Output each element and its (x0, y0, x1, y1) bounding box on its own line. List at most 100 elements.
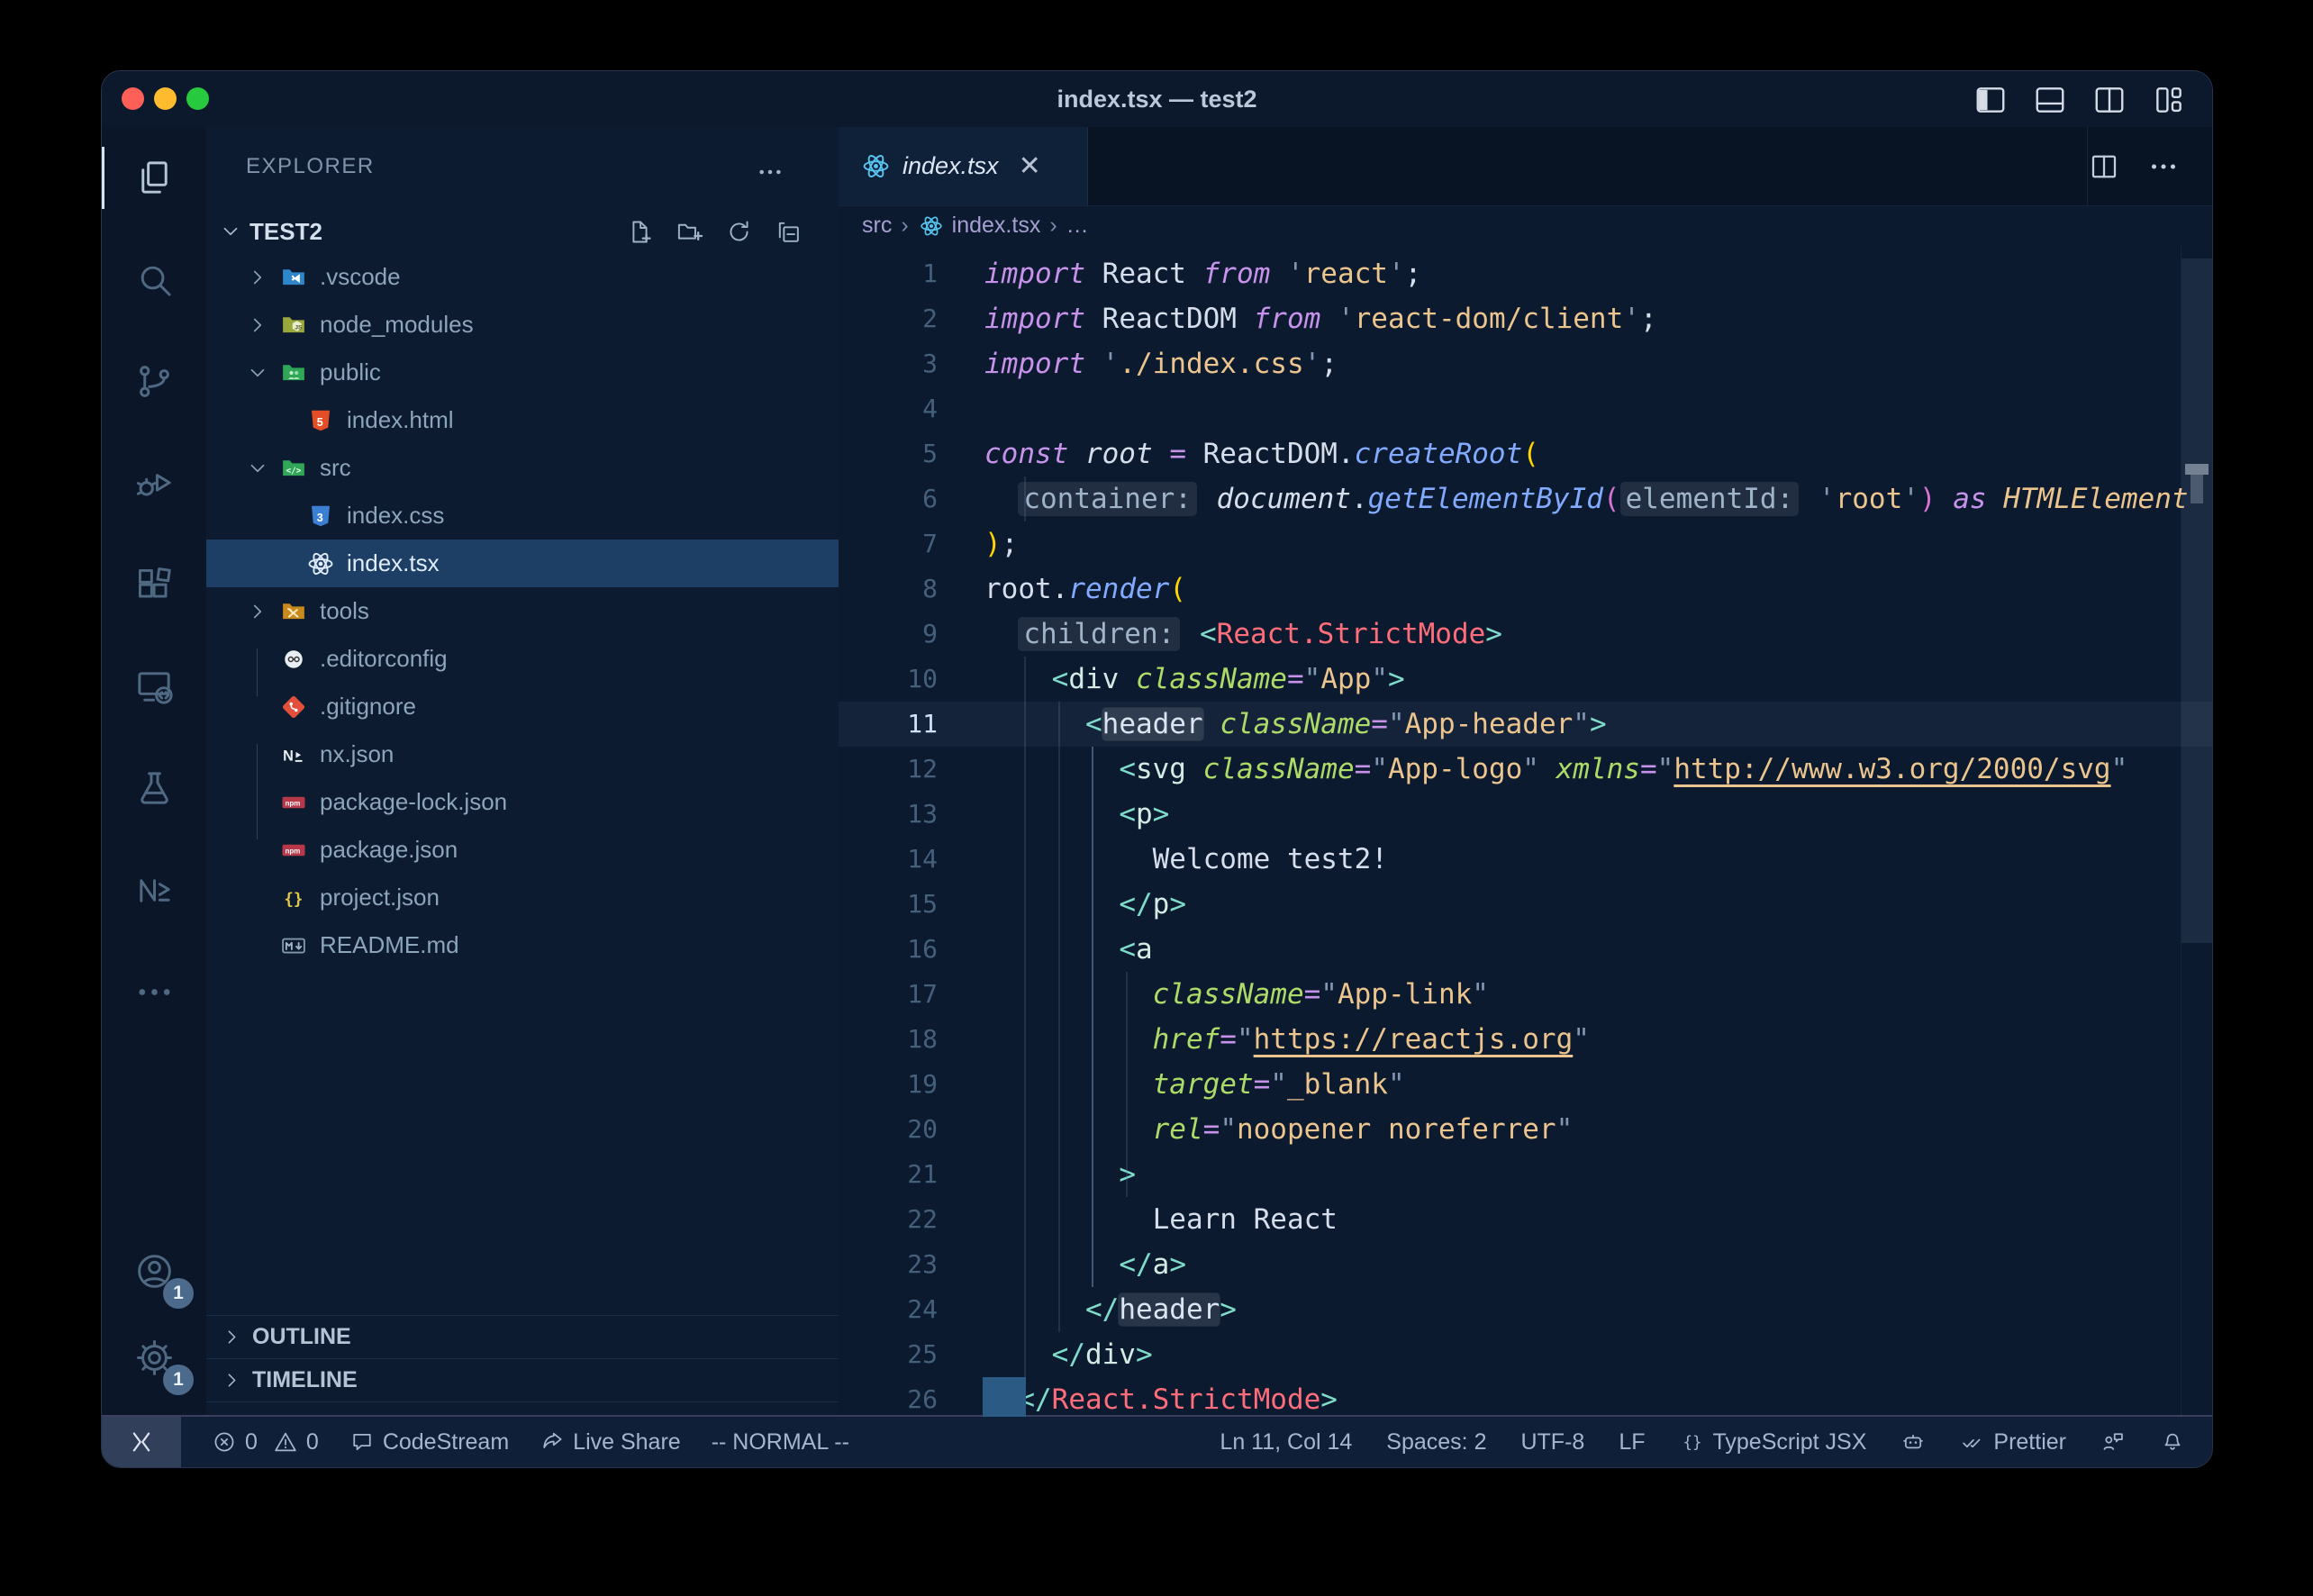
code-line-14[interactable]: 14 Welcome test2! (839, 837, 2212, 882)
status-indentation[interactable]: Spaces: 2 (1386, 1429, 1486, 1455)
new-folder-icon[interactable] (676, 218, 703, 246)
code-line-24[interactable]: 24 </header> (839, 1287, 2212, 1332)
code-line-19[interactable]: 19 target="_blank" (839, 1062, 2212, 1107)
explorer-section-test2[interactable]: TEST2 (206, 210, 839, 253)
file-row-src[interactable]: </>src (206, 444, 839, 492)
breadcrumb-item[interactable]: index.tsx (952, 213, 1041, 239)
status-eol[interactable]: LF (1619, 1429, 1645, 1455)
activity-item-more-views[interactable] (102, 941, 206, 1043)
file-row-index-html[interactable]: 5index.html (206, 396, 839, 444)
file-row-public[interactable]: public (206, 349, 839, 396)
code-text: </p> (984, 882, 1186, 927)
folder-public-icon (280, 359, 307, 386)
file-row-node-modules[interactable]: JSnode_modules (206, 301, 839, 349)
status-live-share[interactable]: Live Share (540, 1429, 681, 1455)
new-file-icon[interactable] (626, 218, 654, 246)
activity-item-remote-explorer[interactable] (102, 636, 206, 738)
activity-item-extensions[interactable] (102, 534, 206, 636)
chevron-right-icon (246, 266, 269, 289)
code-line-26[interactable]: 26 </React.StrictMode> (839, 1377, 2212, 1417)
code-line-2[interactable]: 2import ReactDOM from 'react-dom/client'… (839, 296, 2212, 341)
search-icon (133, 258, 176, 301)
layout-sidebar-left-icon[interactable] (1973, 83, 2009, 117)
code-line-3[interactable]: 3import './index.css'; (839, 341, 2212, 386)
status-encoding[interactable]: UTF-8 (1520, 1429, 1584, 1455)
refresh-icon[interactable] (725, 218, 753, 246)
code-line-17[interactable]: 17 className="App-link" (839, 972, 2212, 1017)
code-line-25[interactable]: 25 </div> (839, 1332, 2212, 1377)
code-line-20[interactable]: 20 rel="noopener noreferrer" (839, 1107, 2212, 1152)
layout-grid-icon[interactable] (2151, 83, 2187, 117)
editor-scrollbar[interactable] (2181, 246, 2212, 1417)
code-line-15[interactable]: 15 </p> (839, 882, 2212, 927)
code-line-18[interactable]: 18 href="https://reactjs.org" (839, 1017, 2212, 1062)
status-cursor-position[interactable]: Ln 11, Col 14 (1220, 1429, 1352, 1455)
file-row-readme-md[interactable]: README.md (206, 921, 839, 969)
svg-text:3: 3 (317, 511, 323, 523)
close-tab-icon[interactable]: ✕ (1019, 153, 1041, 180)
breadcrumb-item[interactable]: … (1066, 213, 1089, 239)
code-text: root.render( (984, 567, 1186, 612)
activity-item-search[interactable] (102, 229, 206, 331)
file-row--vscode[interactable]: .vscode (206, 253, 839, 301)
status-robot[interactable] (1900, 1429, 1926, 1455)
views-more-actions-icon[interactable] (756, 158, 785, 186)
code-line-9[interactable]: 9 children: <React.StrictMode> (839, 612, 2212, 657)
line-number: 17 (839, 972, 938, 1017)
file-row-nx-json[interactable]: Nnx.json (206, 730, 839, 778)
status-feedback[interactable] (2100, 1429, 2126, 1455)
code-line-5[interactable]: 5const root = ReactDOM.createRoot( (839, 431, 2212, 476)
activity-item-run-debug[interactable] (102, 432, 206, 534)
code-line-8[interactable]: 8root.render( (839, 567, 2212, 612)
activity-item-nx-console[interactable] (102, 839, 206, 941)
badge: 1 (163, 1365, 194, 1395)
timeline-panel-header[interactable]: TIMELINE (206, 1358, 839, 1402)
remote-indicator[interactable] (102, 1417, 181, 1467)
activity-item-settings[interactable]: 1 (102, 1314, 206, 1401)
editor-more-actions-icon[interactable] (2147, 150, 2180, 183)
activity-item-accounts[interactable]: 1 (102, 1228, 206, 1314)
outline-panel-header[interactable]: OUTLINE (206, 1315, 839, 1358)
code-line-10[interactable]: 10 <div className="App"> (839, 657, 2212, 702)
file-row-package-lock-json[interactable]: npmpackage-lock.json (206, 778, 839, 826)
html5-icon: 5 (307, 407, 334, 434)
layout-panel-icon[interactable] (2032, 83, 2068, 117)
file-row-index-css[interactable]: 3index.css (206, 492, 839, 540)
code-line-12[interactable]: 12 <svg className="App-logo" xmlns="http… (839, 747, 2212, 792)
status-language-mode[interactable]: {}TypeScript JSX (1680, 1429, 1867, 1455)
status-codestream[interactable]: CodeStream (349, 1429, 509, 1455)
code-line-22[interactable]: 22 Learn React (839, 1197, 2212, 1242)
tab-index-tsx[interactable]: index.tsx ✕ (839, 127, 1088, 205)
file-row-tools[interactable]: tools (206, 587, 839, 635)
activity-item-testing[interactable] (102, 738, 206, 839)
file-label: tools (320, 597, 369, 625)
status-vim-mode[interactable]: -- NORMAL -- (712, 1429, 849, 1455)
file-row-index-tsx[interactable]: index.tsx (206, 540, 839, 587)
file-row--editorconfig[interactable]: .editorconfig (206, 635, 839, 683)
activity-item-source-control[interactable] (102, 331, 206, 432)
layout-split-icon[interactable] (2091, 83, 2127, 117)
file-row-project-json[interactable]: {}project.json (206, 874, 839, 921)
status-notifications[interactable] (2160, 1429, 2185, 1455)
status-problems[interactable]: 00 (212, 1429, 319, 1455)
code-line-4[interactable]: 4 (839, 386, 2212, 431)
file-row--gitignore[interactable]: .gitignore (206, 683, 839, 730)
breadcrumb: src›index.tsx›… (839, 205, 2212, 246)
code-line-16[interactable]: 16 <a (839, 927, 2212, 972)
code-editor[interactable]: 1import React from 'react';2import React… (839, 246, 2212, 1417)
collapse-all-icon[interactable] (775, 218, 803, 246)
code-line-1[interactable]: 1import React from 'react'; (839, 251, 2212, 296)
split-editor-icon[interactable] (2088, 150, 2120, 183)
status-prettier[interactable]: Prettier (1960, 1429, 2066, 1455)
activity-item-explorer[interactable] (102, 127, 206, 229)
breadcrumb-item[interactable]: src (862, 213, 892, 239)
code-line-11[interactable]: 11 <header className="App-header"> (839, 702, 2212, 747)
code-line-21[interactable]: 21 > (839, 1152, 2212, 1197)
file-row-package-json[interactable]: npmpackage.json (206, 826, 839, 874)
chevron-down-icon (219, 220, 242, 243)
code-line-13[interactable]: 13 <p> (839, 792, 2212, 837)
code-line-6[interactable]: 6 container: document.getElementById(ele… (839, 476, 2212, 521)
code-line-7[interactable]: 7); (839, 521, 2212, 567)
scrollbar-slider[interactable] (2181, 258, 2212, 943)
code-line-23[interactable]: 23 </a> (839, 1242, 2212, 1287)
